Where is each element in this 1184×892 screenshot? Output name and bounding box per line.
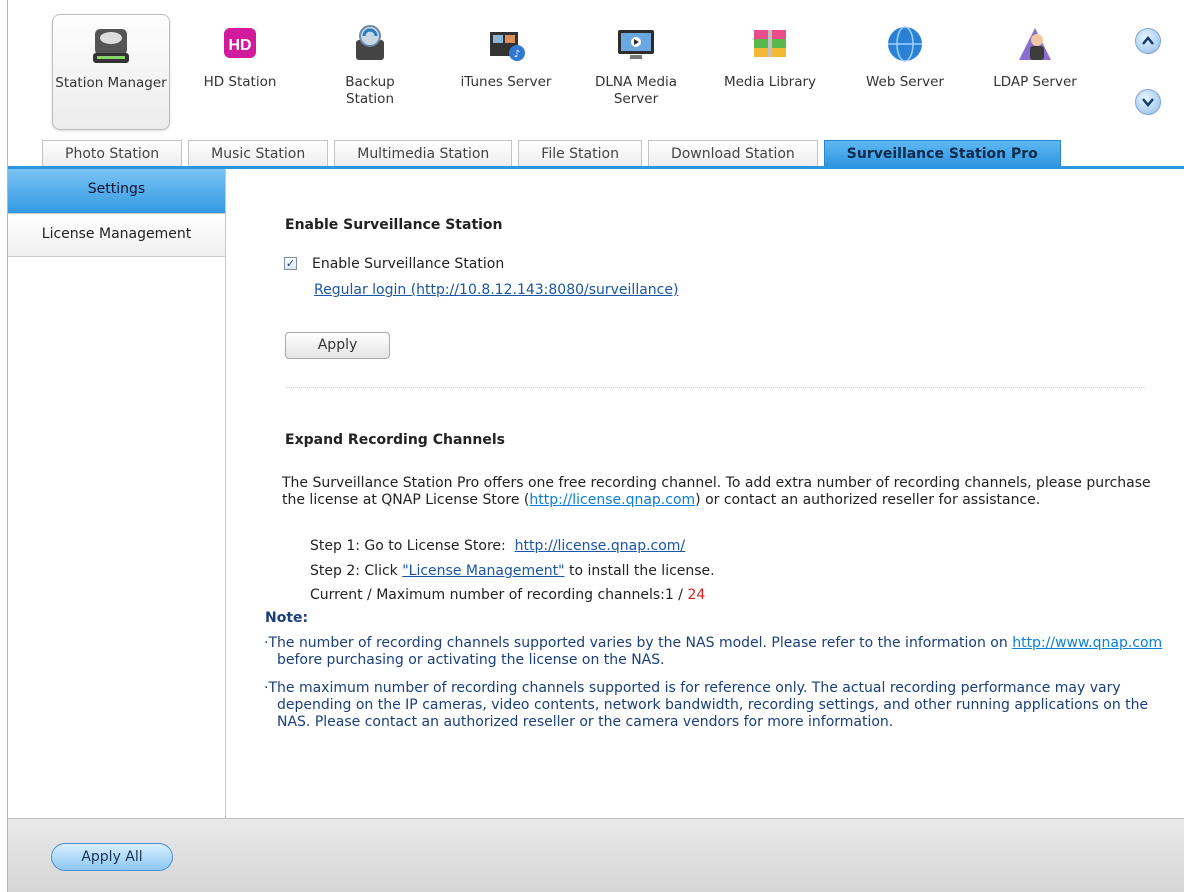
app-ldap-server[interactable]: LDAP Server (980, 14, 1090, 130)
hd-icon-text: HD (228, 37, 251, 54)
app-label: HD Station (203, 74, 277, 90)
step-2: Step 2: Click "License Management" to in… (310, 563, 715, 579)
expand-description-text-b: ) or contact an authorized reseller for … (695, 492, 1041, 508)
app-dlna-media-server[interactable]: DLNA Media Server (588, 14, 684, 130)
app-label: Web Server (866, 74, 944, 90)
app-window: Station Manager HD HD Station Backup Sta… (7, 0, 1184, 892)
section-divider (285, 387, 1146, 388)
enable-surveillance-checkbox[interactable]: ✓ (284, 257, 297, 270)
max-channels-value: 24 (687, 587, 706, 603)
chevron-up-icon[interactable] (1135, 28, 1161, 54)
footer-bar: Apply All (8, 818, 1184, 892)
note-title: Note: (265, 610, 309, 626)
step-1: Step 1: Go to License Store: http://lice… (310, 538, 685, 554)
app-station-manager[interactable]: Station Manager (52, 14, 170, 130)
tab-music-station[interactable]: Music Station (188, 140, 329, 167)
app-bar: Station Manager HD HD Station Backup Sta… (8, 0, 1184, 138)
channels-label: Current / Maximum number of recording ch… (310, 587, 665, 603)
app-label: LDAP Server (993, 74, 1077, 90)
license-store-link[interactable]: http://license.qnap.com/ (515, 538, 686, 554)
step-1-text: Step 1: Go to License Store: (310, 538, 506, 554)
note-1-text-b: before purchasing or activating the lice… (277, 652, 665, 668)
qnap-website-link[interactable]: http://www.qnap.com (1012, 635, 1162, 651)
enable-section-heading: Enable Surveillance Station (285, 217, 503, 233)
sidebar-item-settings[interactable]: Settings (8, 169, 225, 214)
backup-station-icon (348, 22, 392, 66)
apply-all-button[interactable]: Apply All (51, 843, 173, 871)
step-2-text-a: Step 2: Click (310, 563, 398, 579)
regular-login-link[interactable]: Regular login (http://10.8.12.143:8080/s… (314, 282, 678, 298)
app-media-library[interactable]: Media Library (710, 14, 830, 130)
tab-download-station[interactable]: Download Station (647, 140, 818, 167)
expand-section-heading: Expand Recording Channels (285, 432, 505, 448)
tab-bar: Photo Station Music Station Multimedia S… (42, 140, 1067, 167)
license-store-link-inline[interactable]: http://license.qnap.com (529, 492, 695, 508)
apply-button[interactable]: Apply (285, 332, 390, 359)
recording-channels-count: Current / Maximum number of recording ch… (310, 587, 705, 603)
app-label: Backup Station (345, 74, 395, 107)
itunes-server-icon: ♪ (484, 22, 528, 66)
app-web-server[interactable]: Web Server (855, 14, 955, 130)
app-label: iTunes Server (460, 74, 552, 90)
current-channels-value: 1 (664, 587, 674, 603)
media-library-icon (748, 22, 792, 66)
expand-description: The Surveillance Station Pro offers one … (282, 475, 1162, 509)
channels-separator: / (673, 587, 688, 603)
step-2-text-b: to install the license. (569, 563, 715, 579)
tab-surveillance-station-pro[interactable]: Surveillance Station Pro (823, 140, 1061, 167)
note-1: ·The number of recording channels suppor… (264, 635, 1164, 669)
sidebar: Settings License Management (8, 169, 226, 818)
app-label: Station Manager (55, 75, 167, 91)
web-server-icon (883, 22, 927, 66)
hd-station-icon: HD (218, 22, 262, 66)
tab-file-station[interactable]: File Station (518, 140, 642, 167)
sidebar-item-license-management[interactable]: License Management (8, 214, 225, 257)
note-1-text-a: ·The number of recording channels suppor… (264, 635, 1013, 651)
dlna-media-server-icon (614, 22, 658, 66)
app-hd-station[interactable]: HD HD Station (196, 14, 284, 130)
app-backup-station[interactable]: Backup Station (326, 14, 414, 130)
main-content: Enable Surveillance Station ✓ Enable Sur… (226, 169, 1184, 818)
chevron-down-icon[interactable] (1135, 89, 1161, 115)
svg-text:♪: ♪ (514, 49, 520, 60)
ldap-server-icon (1013, 22, 1057, 66)
station-manager-icon (89, 23, 133, 67)
app-label: DLNA Media Server (594, 74, 678, 107)
app-itunes-server[interactable]: ♪ iTunes Server (446, 14, 566, 130)
app-label: Media Library (723, 74, 817, 90)
tab-photo-station[interactable]: Photo Station (42, 140, 183, 167)
tab-multimedia-station[interactable]: Multimedia Station (334, 140, 513, 167)
enable-surveillance-label: Enable Surveillance Station (312, 256, 505, 272)
license-management-link[interactable]: "License Management" (402, 563, 564, 579)
note-2: ·The maximum number of recording channel… (264, 680, 1149, 730)
